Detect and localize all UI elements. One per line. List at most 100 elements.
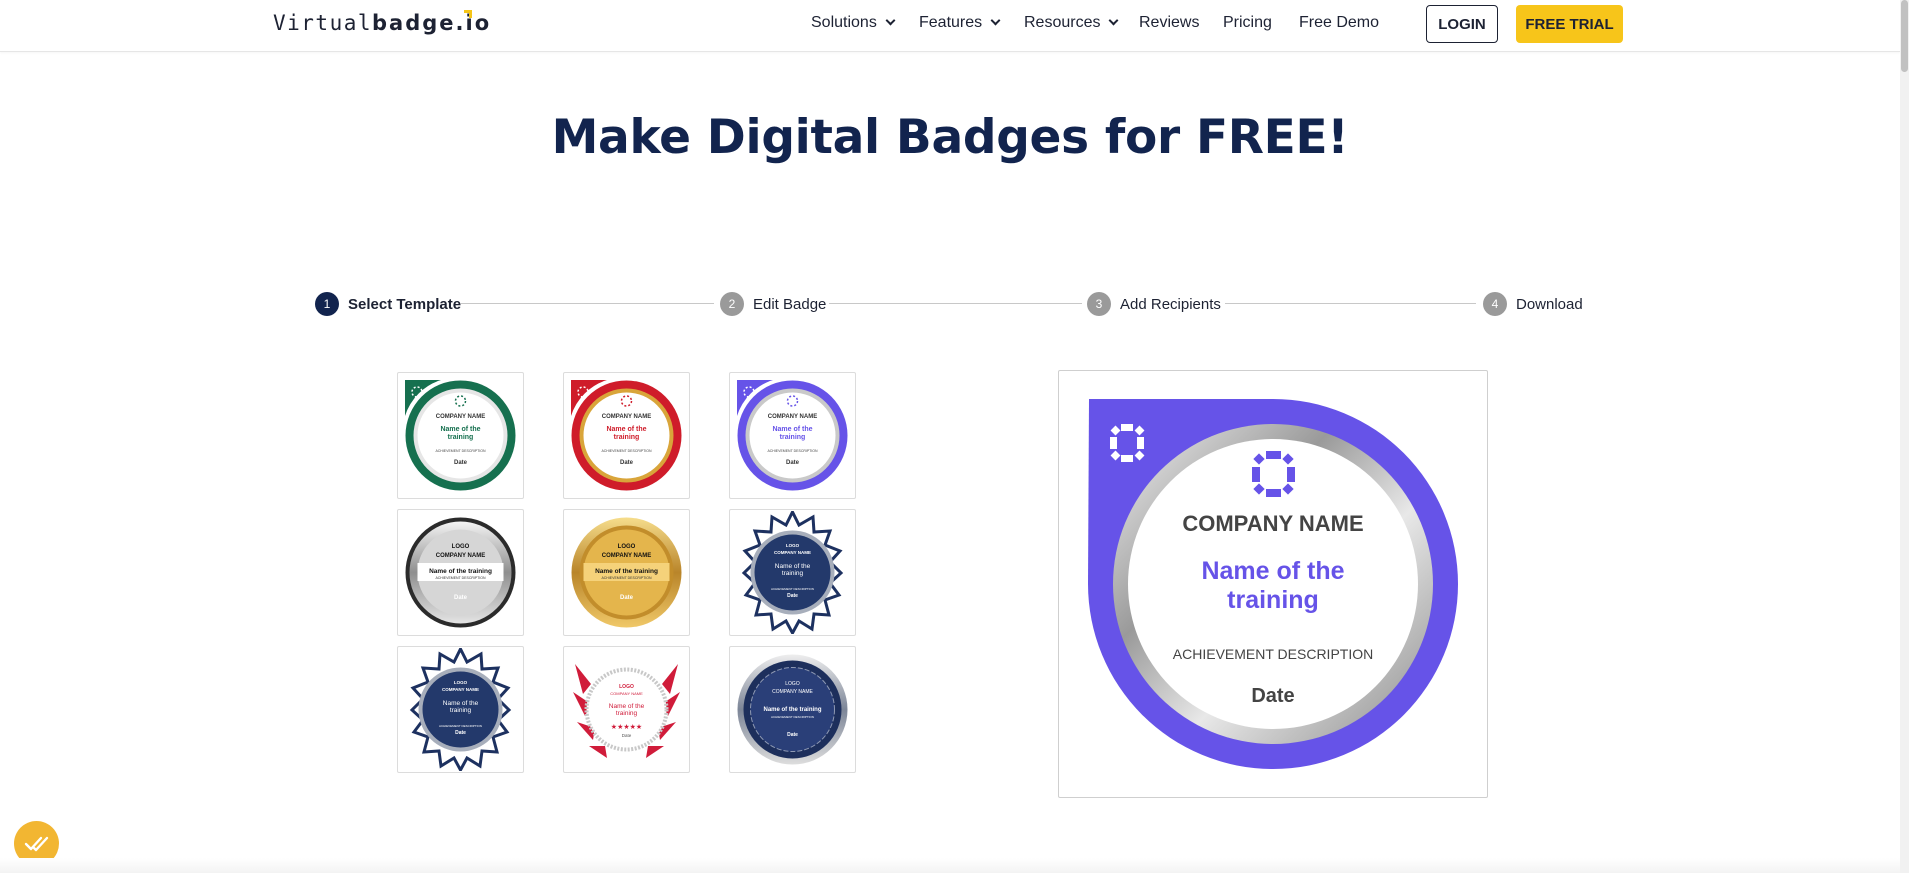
nav-pricing-label: Pricing [1223,14,1272,31]
step-number: 3 [1087,292,1111,316]
template-navy-star-2[interactable]: LOGO COMPANY NAME Name of the training A… [397,646,524,773]
tpl-company: COMPANY NAME [768,414,817,420]
preview-company-name: COMPANY NAME [1182,511,1363,536]
badge-thumbnail: COMPANY NAME Name of the training ACHIEV… [737,380,848,491]
badge-thumbnail: COMPANY NAME Name of the training ACHIEV… [571,380,682,491]
step-connector [461,303,714,304]
tpl-company: COMPANY NAME [436,414,485,420]
step-number: 2 [720,292,744,316]
chevron-down-icon [990,15,1001,26]
step-number: 1 [315,292,339,316]
tpl-desc: ACHIEVEMENT DESCRIPTION [771,715,814,719]
tpl-desc: ACHIEVEMENT DESCRIPTION [435,576,486,580]
tpl-desc: ACHIEVEMENT DESCRIPTION [435,449,486,453]
tpl-desc: ACHIEVEMENT DESCRIPTION [439,724,482,728]
tpl-date: Date [787,593,798,599]
svg-text:training: training [448,434,474,441]
nav-resources-label: Resources [1024,14,1101,31]
preview-date: Date [1251,685,1294,707]
badge-thumbnail: COMPANY NAME Name of the training ACHIEV… [405,380,516,491]
site-logo[interactable]: Virtualbadge.io [273,11,491,35]
tpl-desc: ACHIEVEMENT DESCRIPTION [601,576,652,580]
svg-text:Name of the: Name of the [443,700,479,707]
preview-training-line2: training [1227,586,1319,614]
check-marks-icon [24,836,48,851]
chevron-down-icon [885,15,896,26]
section-bottom-edge [0,858,1900,873]
tpl-logo: LOGO [619,684,634,690]
step-connector [829,303,1082,304]
step-label: Select Template [348,295,462,313]
template-green[interactable]: COMPANY NAME Name of the training ACHIEV… [397,372,524,499]
tpl-logo: LOGO [786,543,800,548]
tpl-date: Date [786,460,800,466]
tpl-date: Date [620,460,634,466]
tpl-company: COMPANY NAME [610,691,643,696]
tpl-company: COMPANY NAME [602,553,651,559]
free-trial-button[interactable]: FREE TRIAL [1516,5,1623,43]
login-button[interactable]: LOGIN [1426,5,1498,43]
template-gold[interactable]: LOGO COMPANY NAME Name of the training A… [563,509,690,636]
svg-text:training: training [616,710,638,717]
tpl-company: COMPANY NAME [442,687,479,692]
template-purple[interactable]: COMPANY NAME Name of the training ACHIEV… [729,372,856,499]
page-title: Make Digital Badges for FREE! [551,110,1349,165]
tpl-desc: ACHIEVEMENT DESCRIPTION [771,587,814,591]
site-header: Virtualbadge.io Solutions Features Resou… [0,0,1900,52]
nav-reviews-label: Reviews [1139,14,1200,31]
step-connector [1225,303,1476,304]
step-select-template[interactable]: 1 Select Template [315,292,461,316]
svg-text:Name of the: Name of the [440,426,480,433]
tpl-name: Name of the training [763,707,821,713]
template-laurel[interactable]: LOGO COMPANY NAME Name of the training ★… [563,646,690,773]
tpl-date: Date [454,595,468,601]
svg-text:training: training [614,434,640,441]
badge-thumbnail: LOGO COMPANY NAME Name of the training A… [571,517,682,628]
step-edit-badge[interactable]: 2 Edit Badge [720,292,826,316]
svg-text:Name of the: Name of the [772,426,812,433]
svg-text:Name of the: Name of the [609,703,645,710]
step-download[interactable]: 4 Download [1483,292,1583,316]
svg-text:training: training [782,570,804,577]
badge-thumbnail: LOGO COMPANY NAME Name of the training ★… [573,664,680,758]
nav-resources[interactable]: Resources [1024,14,1119,32]
nav-features-label: Features [919,14,983,31]
badge-thumbnail: LOGO COMPANY NAME Name of the training A… [737,654,848,765]
nav-reviews[interactable]: Reviews [1139,14,1199,32]
tpl-date: Date [787,732,798,738]
nav-pricing[interactable]: Pricing [1223,14,1272,32]
svg-text:★★★★★: ★★★★★ [611,723,642,731]
template-silver[interactable]: LOGO COMPANY NAME Name of the training A… [397,509,524,636]
preview-description: ACHIEVEMENT DESCRIPTION [1173,646,1373,662]
nav-free-demo-label: Free Demo [1299,14,1380,31]
badge-thumbnail: LOGO COMPANY NAME Name of the training A… [741,511,844,634]
nav-solutions[interactable]: Solutions [811,14,896,32]
svg-text:training: training [780,434,806,441]
tpl-company: COMPANY NAME [772,689,813,695]
tpl-company: COMPANY NAME [774,550,811,555]
template-navy-scallop[interactable]: LOGO COMPANY NAME Name of the training A… [729,646,856,773]
tpl-logo: LOGO [454,680,468,685]
scrollbar-thumb[interactable] [1901,0,1908,72]
tpl-date: Date [454,460,468,466]
page-scrollbar[interactable] [1900,0,1909,873]
tpl-logo: LOGO [618,544,636,550]
tpl-company: COMPANY NAME [602,414,651,420]
badge-thumbnail: LOGO COMPANY NAME Name of the training A… [409,648,512,771]
step-add-recipients[interactable]: 3 Add Recipients [1087,292,1221,316]
badge-preview: COMPANY NAME Name of the training ACHIEV… [1058,370,1488,798]
step-label: Edit Badge [753,295,827,313]
nav-free-demo[interactable]: Free Demo [1299,14,1379,32]
logo-text-bold: badge.io [372,11,492,35]
nav-solutions-label: Solutions [811,14,877,31]
nav-features[interactable]: Features [919,14,1001,32]
tpl-date: Date [620,595,634,601]
tpl-desc: ACHIEVEMENT DESCRIPTION [767,449,818,453]
tpl-date: Date [622,733,632,738]
tpl-company: COMPANY NAME [436,553,485,559]
template-navy-star[interactable]: LOGO COMPANY NAME Name of the training A… [729,509,856,636]
svg-text:Name of the: Name of the [775,563,811,570]
tpl-date: Date [455,730,466,736]
tpl-logo: LOGO [452,544,470,550]
template-red[interactable]: COMPANY NAME Name of the training ACHIEV… [563,372,690,499]
